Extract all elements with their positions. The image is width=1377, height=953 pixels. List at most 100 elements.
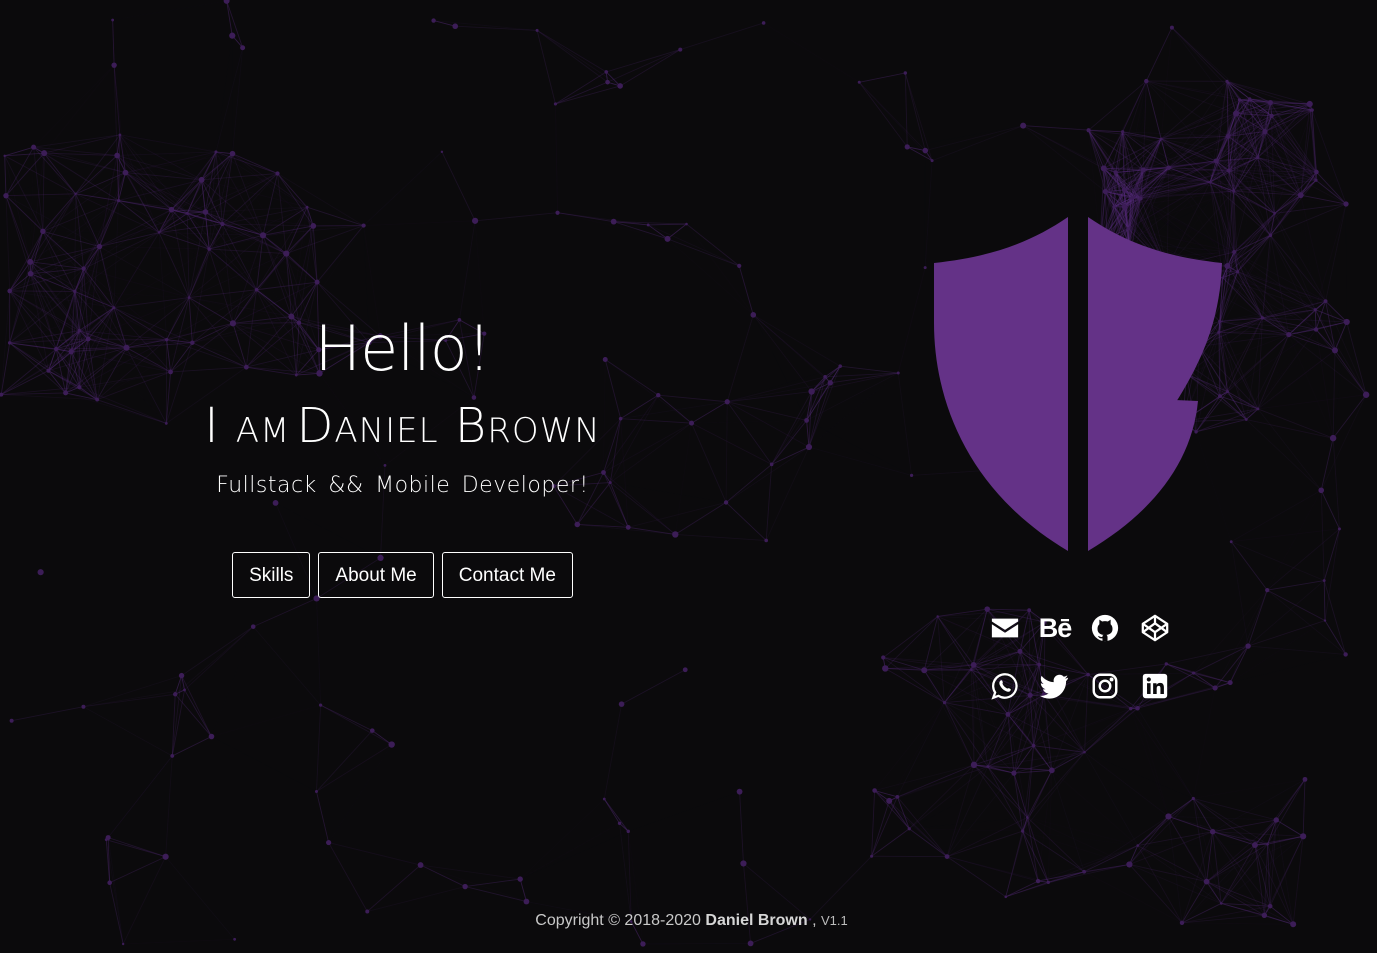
network-node [903, 71, 907, 75]
network-line [752, 314, 812, 392]
network-line [675, 423, 691, 534]
network-line [1323, 580, 1326, 621]
network-node [1165, 813, 1172, 820]
network-node [930, 159, 934, 163]
network-line [764, 23, 860, 82]
network-line [874, 764, 975, 791]
network-node [909, 473, 914, 477]
network-line [1320, 490, 1325, 581]
network-line [536, 30, 621, 87]
network-node [827, 380, 833, 386]
codepen-icon[interactable] [1139, 612, 1171, 644]
network-line [1320, 394, 1367, 491]
network-node [764, 538, 769, 543]
network-node [1082, 869, 1087, 874]
network-node [1021, 829, 1025, 833]
network-node [157, 231, 161, 234]
network-node [111, 62, 117, 68]
network-line [987, 608, 1030, 611]
intro-line: I am Daniel Brown [130, 402, 675, 461]
network-line [226, 0, 233, 36]
network-line [628, 831, 743, 863]
behance-icon[interactable]: Bē [1039, 612, 1073, 644]
network-line [1027, 751, 1085, 818]
network-line [363, 151, 443, 226]
network-node [1323, 299, 1328, 304]
network-node [1226, 168, 1231, 173]
network-line [1246, 419, 1334, 439]
network-node [1192, 671, 1196, 675]
network-node [162, 853, 169, 860]
network-line [328, 842, 368, 912]
network-node [81, 266, 86, 271]
network-node [1266, 842, 1269, 846]
network-line [1325, 203, 1347, 302]
network-line [1315, 321, 1347, 330]
network-node [1262, 129, 1268, 135]
network-node [96, 243, 103, 250]
network-line [675, 464, 771, 534]
network-line [739, 791, 744, 864]
network-line [752, 314, 826, 378]
network-node [254, 287, 259, 292]
network-node [1343, 201, 1349, 207]
whatsapp-icon[interactable] [989, 670, 1021, 702]
network-node [229, 150, 236, 157]
linkedin-icon[interactable] [1139, 670, 1171, 702]
github-icon[interactable] [1089, 612, 1121, 644]
network-line [42, 153, 45, 232]
network-node [1314, 169, 1319, 175]
network-line [1026, 817, 1039, 882]
network-line [555, 81, 608, 105]
network-line [316, 598, 322, 706]
network-node [259, 232, 267, 239]
twitter-icon[interactable] [1039, 670, 1071, 702]
network-line [1323, 528, 1340, 581]
network-node [1140, 167, 1146, 173]
network-node [1129, 196, 1133, 200]
network-node [555, 210, 560, 215]
hero-section: Hello! I am Daniel Brown Fullstack && Mo… [130, 310, 675, 598]
envelope-icon[interactable] [989, 612, 1021, 644]
network-line [1270, 235, 1346, 322]
network-line [648, 223, 687, 226]
network-line [858, 82, 908, 148]
network-node [1004, 895, 1008, 899]
network-node [111, 18, 115, 22]
network-line [668, 239, 754, 315]
network-node [1237, 98, 1242, 102]
network-node [1035, 878, 1041, 884]
network-node [310, 222, 317, 229]
network-line [363, 220, 476, 227]
network-line [628, 792, 739, 832]
network-node [1302, 776, 1308, 782]
network-line [1267, 580, 1325, 591]
network-line [987, 751, 1085, 767]
network-line [1193, 688, 1215, 799]
network-line [458, 220, 476, 320]
network-node [904, 144, 910, 150]
network-line [1314, 309, 1317, 330]
network-line [256, 281, 318, 291]
network-node [986, 765, 990, 768]
network-node [431, 18, 436, 23]
network-line [675, 533, 767, 541]
network-line [647, 224, 740, 267]
network-line [75, 193, 100, 247]
network-node [870, 854, 874, 858]
network-line [123, 938, 235, 945]
network-node [907, 827, 911, 831]
network-line [909, 829, 1022, 831]
network-node [1191, 796, 1195, 801]
network-line [9, 261, 31, 343]
network-line [692, 420, 807, 423]
contact-me-button[interactable]: Contact Me [441, 552, 573, 598]
network-line [888, 800, 910, 829]
network-node [1244, 418, 1248, 421]
about-me-button[interactable]: About Me [318, 552, 434, 598]
network-node [1026, 816, 1029, 819]
network-line [1289, 335, 1333, 439]
instagram-icon[interactable] [1089, 670, 1121, 702]
skills-button[interactable]: Skills [232, 552, 311, 598]
network-node [1121, 130, 1125, 134]
